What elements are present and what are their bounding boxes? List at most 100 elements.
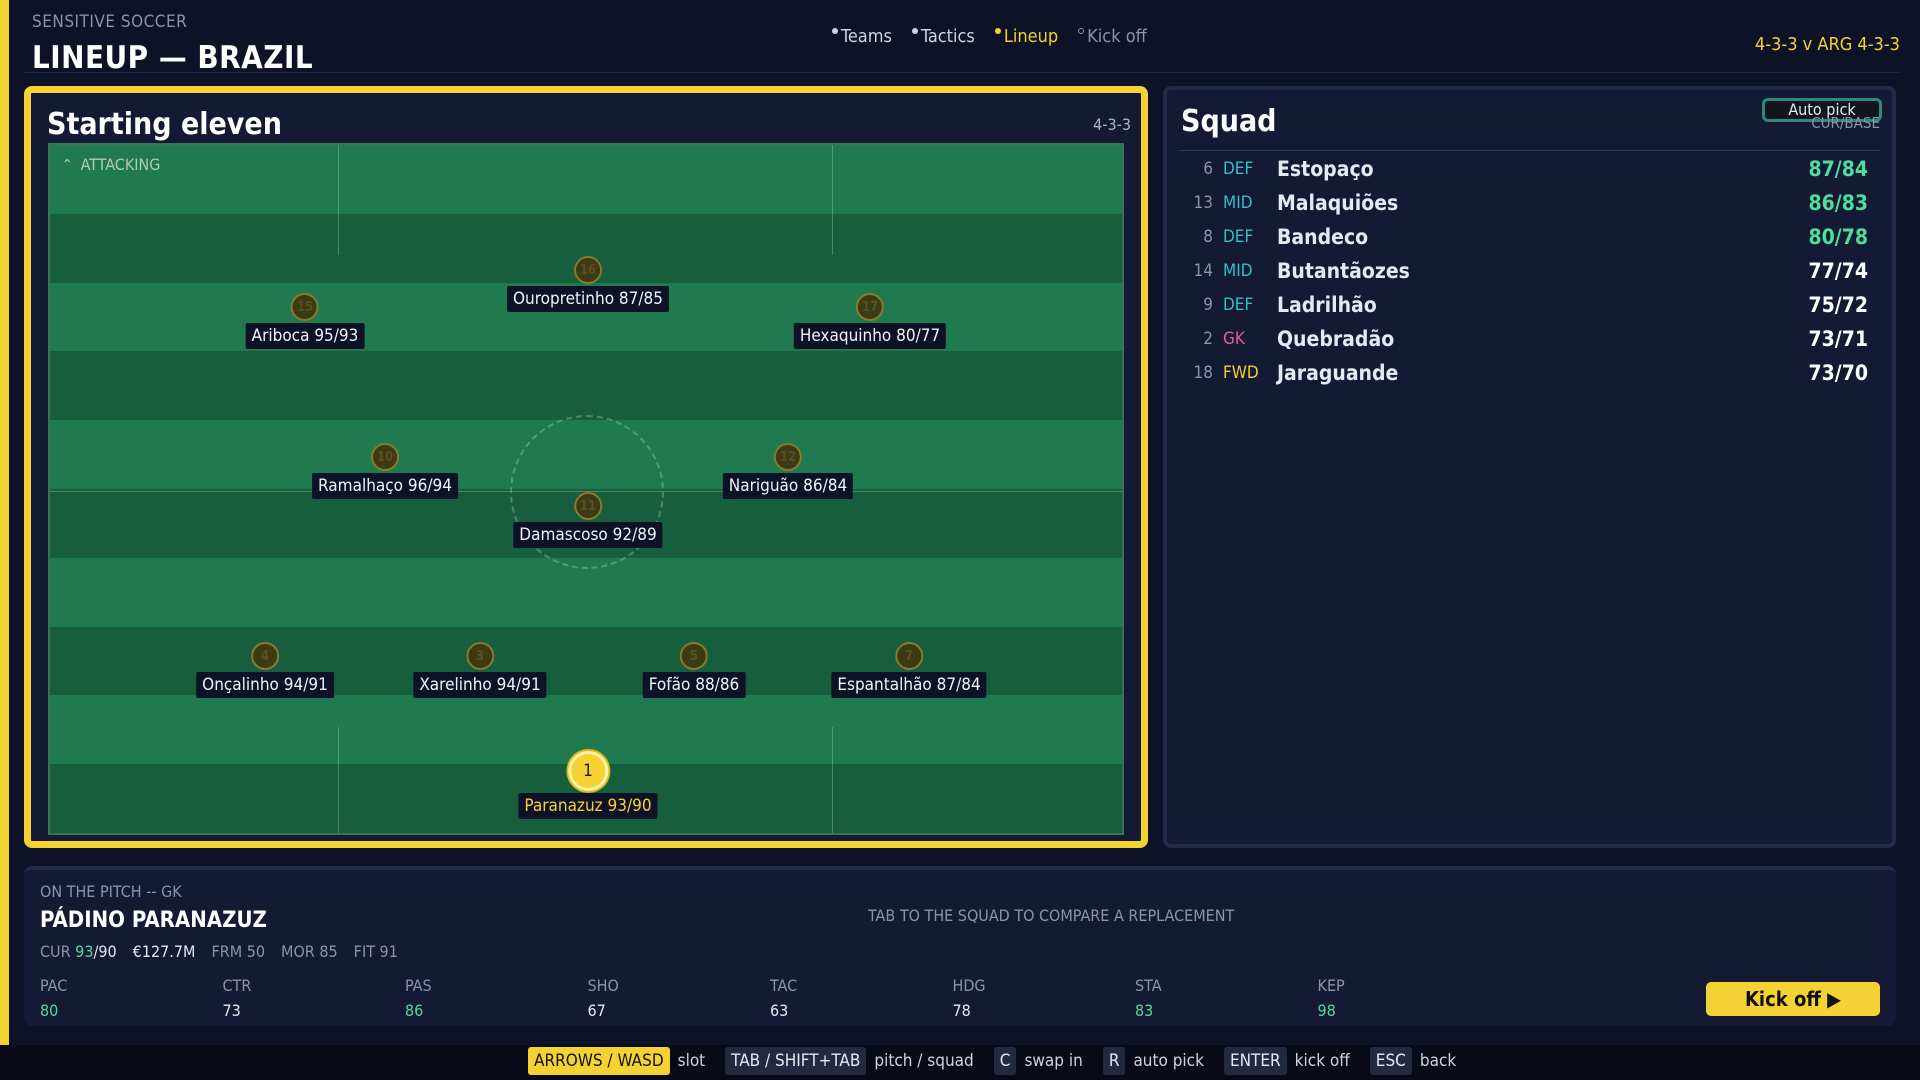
player-token: 12 [774, 443, 802, 471]
player-token: 11 [574, 492, 602, 520]
step-tactics[interactable]: Tactics [911, 26, 975, 47]
squad-name: Malaquiões [1277, 191, 1399, 215]
player-label: Ramalhaço 96/94 [312, 473, 458, 499]
player-slot-selected[interactable]: 1 Paranazuz 93/90 [518, 751, 658, 819]
player-token: 4 [251, 642, 279, 670]
player-slot[interactable]: 12 Nariguão 86/84 [722, 443, 854, 499]
attribute: KEP 98 [1317, 976, 1345, 1020]
selection-context: ON THE PITCH -- GK [40, 882, 182, 901]
step-nav: Teams Tactics Lineup Kick off [832, 26, 1147, 47]
key-enter: ENTER [1223, 1047, 1287, 1075]
player-slot[interactable]: 3 Xarelinho 94/91 [413, 642, 547, 698]
squad-number: 18 [1193, 363, 1213, 383]
squad-row[interactable]: 9 DEF Ladrilhão 75/72 [1179, 288, 1868, 322]
player-label: Nariguão 86/84 [722, 473, 854, 499]
squad-rating: 80/78 [1808, 225, 1868, 249]
pitch-box-line [832, 727, 833, 833]
header-divider [24, 72, 1900, 73]
attribute: STA 83 [1135, 976, 1162, 1020]
squad-row[interactable]: 18 FWD Jaraguande 73/70 [1179, 356, 1868, 390]
squad-position: MID [1223, 193, 1253, 213]
squad-row[interactable]: 2 GK Quebradão 73/71 [1179, 322, 1868, 356]
attribute: TAC 63 [770, 976, 798, 1020]
pitch[interactable]: ⌃ ATTACKING 15 Ariboca 95/93 16 Ouropreti… [48, 143, 1124, 835]
squad-divider [1179, 150, 1880, 151]
player-token: 5 [679, 642, 708, 670]
attacking-direction: ⌃ ATTACKING [62, 155, 161, 174]
cur-base-column-label: CUR/BASE [1811, 114, 1880, 132]
squad-row[interactable]: 6 DEF Estopaço 87/84 [1179, 152, 1868, 186]
starting-eleven-panel[interactable]: Starting eleven 4-3-3 ⌃ ATTACKING 15 Arib… [24, 86, 1148, 848]
step-dot-icon [911, 28, 918, 34]
player-slot[interactable]: 4 Onçalinho 94/91 [196, 642, 334, 698]
compare-hint: TAB TO THE SQUAD TO COMPARE A REPLACEMEN… [868, 906, 1235, 925]
squad-row[interactable]: 13 MID Malaquiões 86/83 [1179, 186, 1868, 220]
squad-name: Quebradão [1277, 327, 1395, 351]
squad-rating: 73/71 [1808, 327, 1868, 351]
player-label: Onçalinho 94/91 [196, 672, 334, 698]
squad-row[interactable]: 8 DEF Bandeco 80/78 [1179, 220, 1868, 254]
player-slot[interactable]: 10 Ramalhaço 96/94 [312, 443, 458, 499]
player-slot[interactable]: 5 Fofão 88/86 [642, 642, 746, 698]
step-dot-icon [1078, 28, 1085, 34]
squad-position: FWD [1223, 363, 1259, 383]
attribute: HDG 78 [952, 976, 986, 1020]
player-token: 1 [567, 751, 608, 791]
key-desc: kick off [1294, 1051, 1350, 1071]
squad-rating: 87/84 [1808, 157, 1868, 181]
player-label: Damascoso 92/89 [513, 522, 663, 548]
player-token: 7 [895, 642, 923, 670]
selected-player-panel: ON THE PITCH -- GK PÁDINO PARANAZUZ CUR … [24, 866, 1896, 1026]
squad-number: 9 [1203, 295, 1213, 315]
brand-label: SENSITIVE SOCCER [32, 12, 188, 32]
key-r: R [1102, 1047, 1126, 1075]
squad-row[interactable]: 14 MID Butantãozes 77/74 [1179, 254, 1868, 288]
squad-name: Butantãozes [1277, 259, 1410, 283]
player-label: Xarelinho 94/91 [413, 672, 547, 698]
player-label: Espantalhão 87/84 [831, 672, 987, 698]
key-desc: auto pick [1133, 1051, 1204, 1071]
player-label: Fofão 88/86 [642, 672, 746, 698]
step-teams[interactable]: Teams [832, 26, 892, 47]
attribute: PAS 86 [405, 976, 432, 1020]
left-accent-bar [0, 0, 9, 1045]
player-slot[interactable]: 7 Espantalhão 87/84 [831, 642, 987, 698]
current-rating: CUR 93/90 [40, 942, 117, 961]
squad-title: Squad [1181, 104, 1277, 139]
key-tab: TAB / SHIFT+TAB [725, 1047, 867, 1075]
key-arrows: ARROWS / WASD [528, 1047, 670, 1075]
attribute-row: PAC 80 CTR 73 PAS 86 SHO 67 TAC 63 HDG 78 STA 8… [40, 976, 1500, 1020]
pitch-box-line [338, 727, 339, 833]
squad-number: 6 [1203, 159, 1213, 179]
squad-name: Bandeco [1277, 225, 1369, 249]
key-desc: back [1419, 1051, 1457, 1071]
squad-number: 2 [1203, 329, 1213, 349]
key-desc: slot [677, 1051, 706, 1071]
squad-panel[interactable]: Squad Auto pick CUR/BASE 6 DEF Estopaço … [1163, 86, 1896, 848]
player-token: 3 [466, 642, 494, 670]
step-kick-off[interactable]: Kick off [1078, 26, 1147, 47]
chevron-up-icon: ⌃ [62, 156, 73, 173]
attribute: CTR 73 [222, 976, 252, 1020]
player-token: 15 [290, 293, 319, 321]
player-slot[interactable]: 17 Hexaquinho 80/77 [793, 293, 947, 349]
player-label: Hexaquinho 80/77 [793, 323, 947, 349]
squad-position: MID [1223, 261, 1253, 281]
key-desc: swap in [1024, 1051, 1083, 1071]
squad-position: DEF [1223, 227, 1254, 247]
squad-number: 8 [1203, 227, 1213, 247]
player-slot[interactable]: 16 Ouropretinho 87/85 [507, 256, 669, 312]
attribute: PAC 80 [40, 976, 68, 1020]
squad-number: 13 [1193, 193, 1213, 213]
squad-position: GK [1223, 329, 1245, 349]
squad-rating: 86/83 [1808, 191, 1868, 215]
player-slot[interactable]: 15 Ariboca 95/93 [245, 293, 365, 349]
fitness-stat: FIT 91 [353, 942, 398, 961]
kick-off-button[interactable]: Kick off ▶ [1706, 982, 1880, 1016]
player-slot[interactable]: 11 Damascoso 92/89 [513, 492, 663, 548]
step-lineup[interactable]: Lineup [994, 26, 1058, 47]
squad-rating: 73/70 [1808, 361, 1868, 385]
key-hints: ARROWS / WASD slot TAB / SHIFT+TAB pitch /… [528, 1047, 1476, 1075]
starting-eleven-title: Starting eleven [47, 107, 282, 142]
step-dot-icon [994, 28, 1001, 34]
